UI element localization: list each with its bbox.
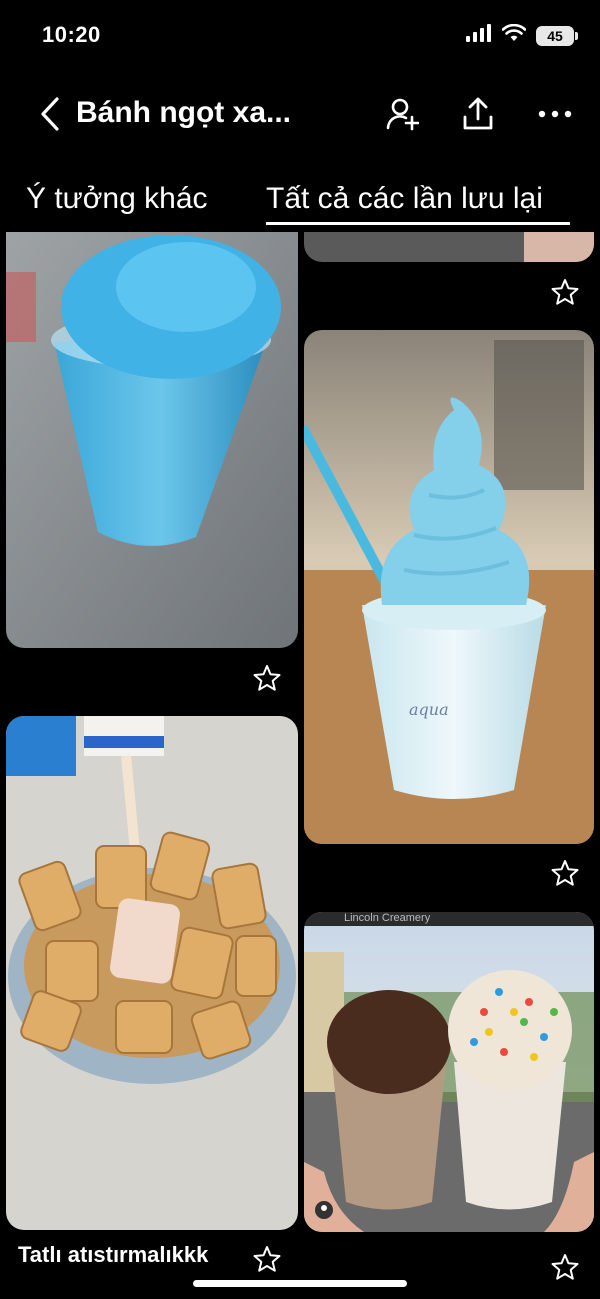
svg-text:aqua: aqua xyxy=(409,700,449,719)
board-title: Bánh ngọt xa... xyxy=(76,96,292,129)
more-icon xyxy=(538,110,572,118)
save-star-button[interactable] xyxy=(252,663,282,693)
save-star-button[interactable] xyxy=(252,1244,282,1274)
pin-image xyxy=(304,232,594,262)
save-star-button[interactable] xyxy=(550,277,580,307)
star-icon xyxy=(551,279,579,305)
star-icon xyxy=(253,1246,281,1272)
battery-icon: 45 xyxy=(536,25,578,46)
pin-biscuits-condensed-milk[interactable] xyxy=(6,716,298,1230)
pin-image xyxy=(304,912,594,1232)
share-icon xyxy=(463,97,493,130)
pin-image xyxy=(6,716,298,1230)
pin-image xyxy=(6,232,298,648)
board-header: Bánh ngọt xa... xyxy=(0,86,600,142)
pin-partial-top[interactable] xyxy=(304,232,594,262)
save-star-button[interactable] xyxy=(550,1252,580,1282)
status-indicators: 45 xyxy=(466,23,578,47)
add-collaborator-button[interactable] xyxy=(382,94,422,134)
pin-overlay-text: Lincoln Creamery xyxy=(344,912,431,924)
pin-image: aqua xyxy=(304,330,594,844)
pin-blue-soft-serve[interactable]: aqua xyxy=(304,330,594,844)
star-icon xyxy=(253,665,281,691)
add-person-icon xyxy=(386,98,419,131)
pin-title: Tatlı atıstırmalıkkk xyxy=(18,1242,209,1267)
chevron-left-icon xyxy=(41,97,59,131)
more-options-button[interactable] xyxy=(535,94,575,134)
star-icon xyxy=(551,1254,579,1280)
share-button[interactable] xyxy=(458,94,498,134)
home-indicator[interactable] xyxy=(193,1280,407,1287)
status-time: 10:20 xyxy=(42,22,101,47)
star-icon xyxy=(551,860,579,886)
wifi-icon xyxy=(501,23,527,47)
pin-blue-shaved-ice[interactable] xyxy=(6,232,298,648)
pin-sprinkle-sundaes[interactable]: Lincoln Creamery xyxy=(304,912,594,1232)
back-button[interactable] xyxy=(34,94,66,134)
active-tab-indicator xyxy=(266,222,570,225)
tab-all-saves[interactable]: Tất cả các lần lưu lại xyxy=(266,182,543,216)
tab-more-ideas[interactable]: Ý tưởng khác xyxy=(26,182,208,216)
signal-icon xyxy=(466,24,492,47)
save-star-button[interactable] xyxy=(550,858,580,888)
